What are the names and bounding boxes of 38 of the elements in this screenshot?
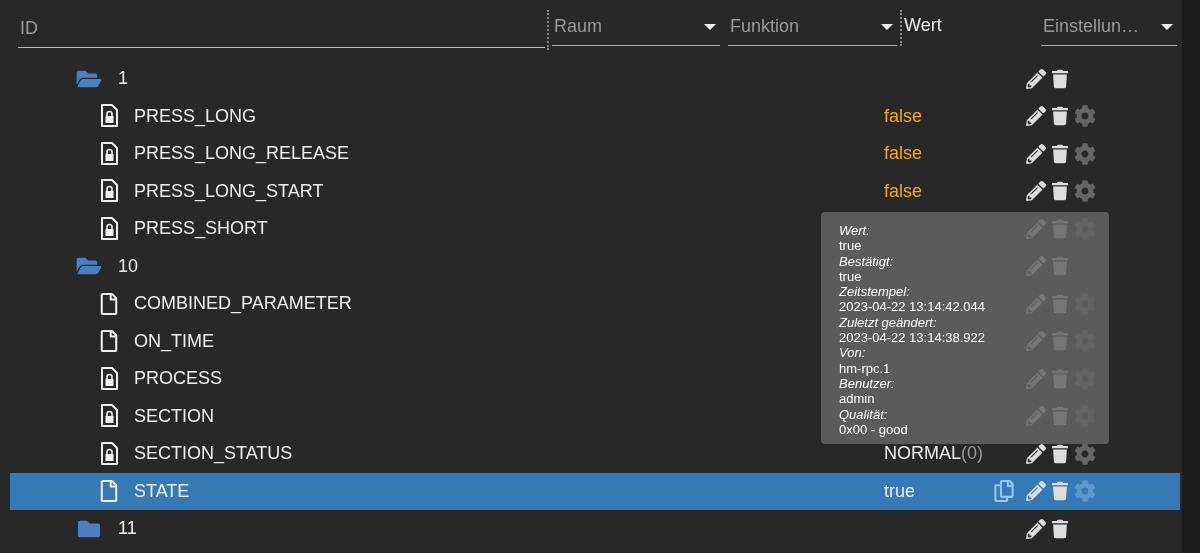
tooltip-value: true bbox=[839, 268, 862, 285]
selected-row[interactable]: STATE true bbox=[10, 472, 1180, 510]
object-id[interactable]: SECTION bbox=[134, 402, 214, 430]
tooltip-value: 0x00 - good bbox=[839, 421, 908, 438]
tooltip-value: admin bbox=[839, 391, 875, 407]
value-column-heading: Wert bbox=[904, 14, 943, 37]
id-filter-field[interactable]: ID bbox=[18, 10, 545, 48]
tooltip-label: Qualität: bbox=[839, 406, 888, 422]
tooltip-value: 2023-04-22 13:14:42.044 bbox=[839, 299, 985, 315]
tooltip-value: true bbox=[839, 238, 862, 254]
tooltip-label: Zuletzt geändert: bbox=[839, 314, 937, 331]
tooltip-label: Benutzer: bbox=[839, 375, 895, 392]
object-id[interactable]: PRESS_LONG bbox=[134, 102, 257, 130]
tooltip-value: hm-rpc.1 bbox=[839, 360, 891, 376]
object-id[interactable]: ON_TIME bbox=[134, 327, 214, 355]
object-id[interactable]: 11 bbox=[118, 515, 137, 543]
object-id[interactable]: 1 bbox=[118, 65, 128, 93]
tooltip-label: Wert: bbox=[839, 223, 870, 239]
state-value: false bbox=[884, 180, 923, 201]
state-value: true bbox=[884, 480, 916, 501]
tooltip-label: Zeitstempel: bbox=[839, 284, 910, 300]
filter-select[interactable]: Funktion bbox=[728, 8, 897, 46]
state-value: false bbox=[884, 143, 923, 164]
object-id[interactable]: PRESS_SHORT bbox=[134, 215, 268, 243]
tooltip-value: 2023-04-22 13:14:38.922 bbox=[839, 330, 985, 346]
object-id[interactable]: STATE bbox=[134, 477, 190, 505]
object-id[interactable]: 10 bbox=[118, 252, 139, 280]
filter-select[interactable]: Raum bbox=[552, 8, 720, 46]
object-id[interactable]: PRESS_LONG_START bbox=[134, 177, 324, 205]
tooltip-label: Von: bbox=[839, 345, 866, 361]
object-id[interactable]: PRESS_LONG_RELEASE bbox=[134, 140, 350, 168]
object-id[interactable]: PROCESS bbox=[134, 365, 223, 393]
state-value: NORMAL(0) bbox=[884, 443, 983, 464]
object-id[interactable]: SECTION_STATUS bbox=[134, 440, 293, 468]
state-value: false bbox=[884, 105, 923, 126]
tooltip-label: Bestätigt: bbox=[839, 253, 894, 269]
filter-select[interactable]: Einstellun… bbox=[1041, 8, 1177, 46]
object-id[interactable]: COMBINED_PARAMETER bbox=[134, 290, 352, 318]
